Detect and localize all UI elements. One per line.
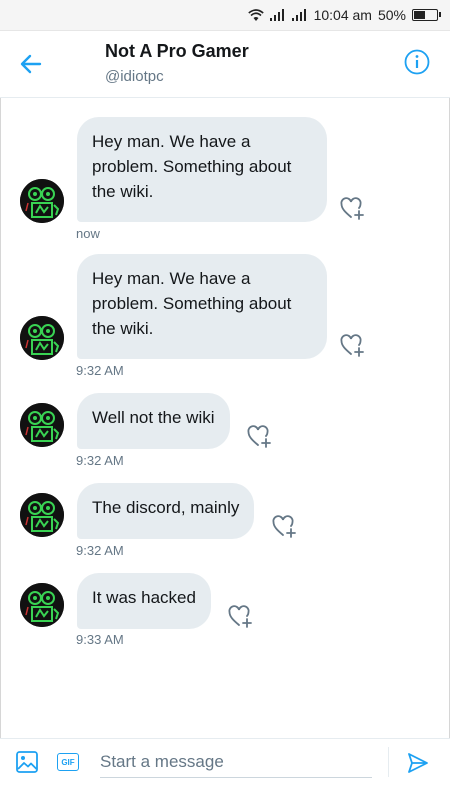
message-input[interactable]: [100, 747, 372, 778]
avatar[interactable]: [20, 403, 64, 447]
status-bar: 10:04 am 50%: [0, 0, 450, 31]
avatar-image: [20, 316, 64, 360]
wifi-icon: [247, 9, 264, 21]
message-time: 9:33 AM: [76, 632, 124, 647]
avatar[interactable]: [20, 316, 64, 360]
message-bubble[interactable]: Hey man. We have a problem. Something ab…: [77, 117, 327, 222]
avatar-image: [20, 179, 64, 223]
message-time: 9:32 AM: [76, 453, 124, 468]
like-heart-icon[interactable]: [339, 332, 365, 358]
contact-name: Not A Pro Gamer: [105, 41, 249, 61]
signal-icon: [269, 9, 284, 21]
avatar[interactable]: [20, 583, 64, 627]
avatar[interactable]: [20, 179, 64, 223]
send-icon[interactable]: [406, 751, 430, 775]
contact-handle: @idiotpc: [105, 68, 164, 85]
like-heart-icon[interactable]: [339, 195, 365, 221]
conversation-title[interactable]: Not A Pro Gamer @idiotpc: [105, 41, 249, 85]
like-heart-icon[interactable]: [271, 513, 297, 539]
message-time: 9:32 AM: [76, 363, 124, 378]
compose-bar: GIF: [0, 738, 450, 789]
like-heart-icon[interactable]: [227, 603, 253, 629]
message-time: 9:32 AM: [76, 543, 124, 558]
gif-icon[interactable]: GIF: [57, 753, 79, 771]
avatar[interactable]: [20, 493, 64, 537]
conversation-header: Not A Pro Gamer @idiotpc: [0, 31, 450, 98]
avatar-image: [20, 403, 64, 447]
status-icons: 10:04 am 50%: [247, 6, 441, 24]
back-arrow-icon[interactable]: [18, 51, 44, 77]
compose-divider: [388, 747, 389, 777]
message-bubble[interactable]: Hey man. We have a problem. Something ab…: [77, 254, 327, 359]
battery-icon: [412, 9, 441, 21]
info-icon[interactable]: [404, 49, 430, 75]
message-bubble[interactable]: Well not the wiki: [77, 393, 230, 449]
message-list[interactable]: Hey man. We have a problem. Something ab…: [0, 98, 450, 738]
status-time: 10:04 am: [313, 7, 372, 23]
image-icon[interactable]: [16, 751, 38, 773]
message-bubble[interactable]: It was hacked: [77, 573, 211, 629]
avatar-image: [20, 583, 64, 627]
message-bubble[interactable]: The discord, mainly: [77, 483, 255, 539]
battery-percent: 50%: [377, 7, 406, 23]
avatar-image: [20, 493, 64, 537]
message-time: now: [76, 226, 100, 241]
signal-icon-2: [291, 9, 306, 21]
like-heart-icon[interactable]: [246, 423, 272, 449]
